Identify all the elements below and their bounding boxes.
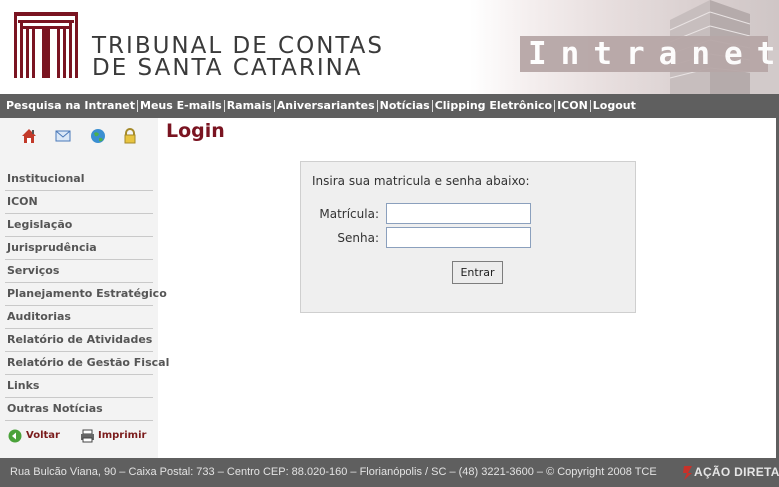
sidebar-actions: Voltar Imprimir (8, 428, 158, 446)
sidebar-item-institucional[interactable]: Institucional (5, 168, 153, 191)
nav-ramais[interactable]: Ramais (225, 100, 275, 112)
sidebar-item-planejamento[interactable]: Planejamento Estratégico (5, 283, 167, 306)
sidebar-item-icon[interactable]: ICON (5, 191, 153, 214)
matricula-label: Matrícula: (319, 207, 379, 221)
footer-address: Rua Bulcão Viana, 90 – Caixa Postal: 733… (10, 466, 657, 478)
sidebar-item-relatorio-atividades[interactable]: Relatório de Atividades (5, 329, 153, 352)
nav-aniversariantes[interactable]: Aniversariantes (275, 100, 378, 112)
nav-clipping[interactable]: Clipping Eletrônico (433, 100, 556, 112)
home-icon[interactable] (21, 128, 37, 144)
matricula-input[interactable] (386, 203, 531, 224)
mail-icon[interactable] (55, 128, 71, 144)
acao-direta-icon (683, 466, 692, 480)
globe-icon[interactable] (90, 128, 106, 144)
nav-pesquisa[interactable]: Pesquisa na Intranet (4, 100, 139, 112)
sidebar-item-jurisprudencia[interactable]: Jurisprudência (5, 237, 153, 260)
back-arrow-icon (8, 429, 22, 443)
sidebar-item-legislacao[interactable]: Legislação (5, 214, 153, 237)
acao-direta-label: AÇÃO DIRETA (694, 465, 779, 479)
top-navigation: Pesquisa na Intranet Meus E-mails Ramais… (0, 94, 779, 118)
sidebar-item-auditorias[interactable]: Auditorias (5, 306, 153, 329)
print-label: Imprimir (98, 430, 147, 441)
sidebar-menu: Institucional ICON Legislação Jurisprudê… (5, 168, 169, 421)
sidebar-icon-bar (0, 118, 158, 154)
nav-icon[interactable]: ICON (555, 100, 591, 112)
nav-noticias[interactable]: Notícias (378, 100, 433, 112)
intranet-label: Intranet (520, 36, 775, 72)
sidebar: Institucional ICON Legislação Jurisprudê… (0, 118, 169, 458)
org-name-line2: DE SANTA CATARINA (92, 55, 363, 81)
header: TRIBUNAL DE CONTAS DE SANTA CATARINA Int… (0, 0, 779, 94)
acao-direta-logo[interactable]: AÇÃO DIRETA (680, 464, 779, 482)
nav-logout[interactable]: Logout (591, 100, 638, 112)
entrar-button[interactable]: Entrar (452, 261, 503, 284)
footer: Rua Bulcão Viana, 90 – Caixa Postal: 733… (0, 458, 779, 487)
senha-input[interactable] (386, 227, 531, 248)
login-instructions: Insira sua matricula e senha abaixo: (312, 174, 530, 188)
lock-icon[interactable] (122, 128, 138, 144)
nav-meus-emails[interactable]: Meus E-mails (138, 100, 225, 112)
login-form: Insira sua matricula e senha abaixo: Mat… (300, 161, 636, 313)
sidebar-item-outras-noticias[interactable]: Outras Notícias (5, 398, 153, 421)
page-title: Login (166, 120, 225, 142)
sidebar-item-relatorio-gestao[interactable]: Relatório de Gestão Fiscal (5, 352, 169, 375)
tce-logo-icon (14, 12, 78, 78)
printer-icon (81, 429, 94, 443)
sidebar-item-links[interactable]: Links (5, 375, 153, 398)
sidebar-item-servicos[interactable]: Serviços (5, 260, 153, 283)
senha-label: Senha: (337, 231, 379, 245)
back-label: Voltar (26, 430, 60, 441)
